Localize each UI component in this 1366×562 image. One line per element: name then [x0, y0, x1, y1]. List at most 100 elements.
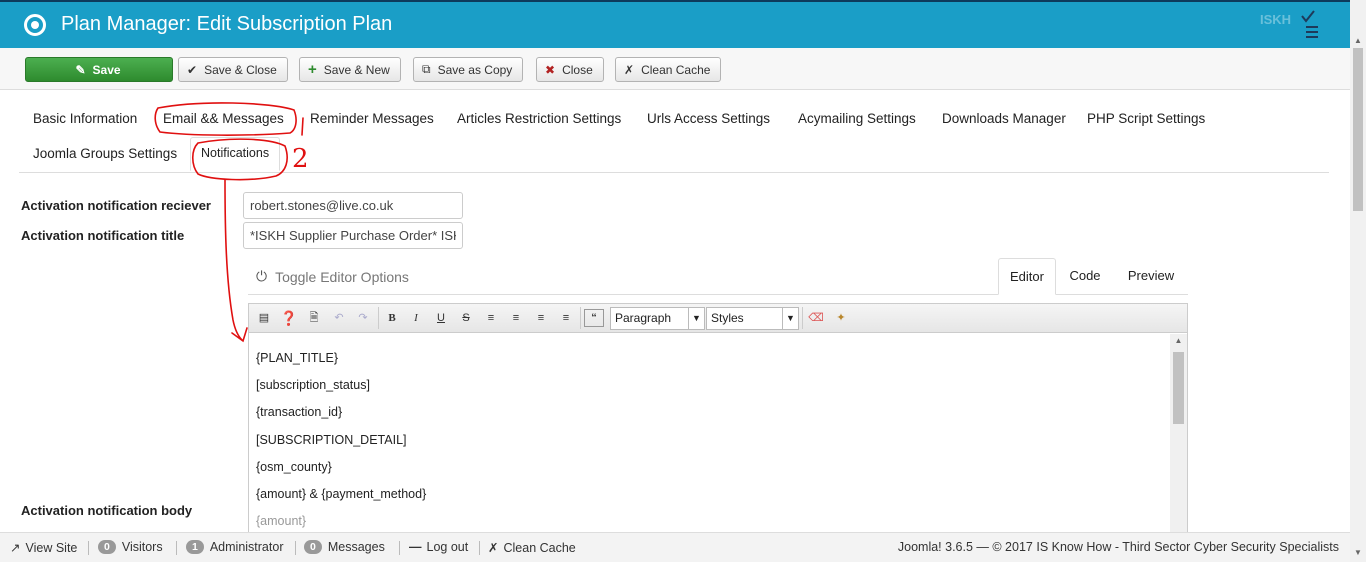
status-divider	[479, 541, 480, 555]
receiver-input[interactable]	[243, 192, 463, 219]
page-scroll-thumb[interactable]	[1353, 48, 1363, 211]
clean-cache-link[interactable]: ✗ Clean Cache	[488, 540, 576, 556]
align-right-icon[interactable]: ≡	[555, 308, 577, 328]
editor-scroll-thumb[interactable]	[1173, 352, 1184, 424]
save-close-button[interactable]: ✔ Save & Close	[178, 57, 288, 82]
arrow-head	[231, 327, 248, 343]
underline-icon[interactable]: U	[430, 308, 452, 328]
joomla-circle-icon	[24, 14, 46, 36]
receiver-label: Activation notification reciever	[21, 198, 211, 213]
tab-urls-access[interactable]: Urls Access Settings	[647, 111, 770, 126]
page-header: Plan Manager: Edit Subscription Plan ISK…	[0, 0, 1366, 48]
editor-line: {amount}	[256, 514, 307, 528]
status-divider	[295, 541, 296, 555]
toolbar-divider	[802, 307, 803, 329]
tab-preview[interactable]: Preview	[1118, 258, 1184, 295]
blockquote-icon[interactable]: “	[584, 309, 604, 327]
editor-content[interactable]: {PLAN_TITLE} [subscription_status] {tran…	[249, 334, 1169, 544]
save-button[interactable]: ✎ Save	[25, 57, 173, 82]
joomla-icon: ✗	[624, 62, 635, 77]
bold-icon[interactable]: B	[381, 308, 403, 328]
tab-articles-restriction[interactable]: Articles Restriction Settings	[457, 111, 621, 126]
editor-line: {transaction_id}	[256, 405, 343, 419]
copy-icon: ⧉	[422, 62, 431, 76]
help-icon[interactable]: ❓	[278, 308, 300, 328]
page-scrollbar[interactable]: ▲ ▼	[1350, 0, 1366, 562]
edit-icon: ✎	[75, 62, 86, 77]
close-icon: ✖	[545, 62, 556, 77]
action-toolbar: ✎ Save ✔ Save & Close + Save & New ⧉ Sav…	[0, 48, 1350, 90]
status-divider	[88, 541, 89, 555]
eraser-icon[interactable]: ⌫	[805, 308, 827, 328]
tab-email-messages[interactable]: Email && Messages	[163, 111, 284, 126]
table-icon[interactable]: ▤	[253, 308, 275, 328]
tab-editor[interactable]: Editor	[998, 258, 1056, 295]
status-bar: ↗ View Site 0 Visitors 1 Administrator 0…	[0, 532, 1350, 562]
view-site-link[interactable]: ↗ View Site	[10, 540, 77, 556]
tab-reminder-messages[interactable]: Reminder Messages	[310, 111, 434, 126]
tab-joomla-groups[interactable]: Joomla Groups Settings	[33, 146, 177, 161]
power-icon: ⏻	[256, 268, 268, 284]
page-title: Plan Manager: Edit Subscription Plan	[61, 13, 393, 35]
footer-copyright: Joomla! 3.6.5 — © 2017 IS Know How - Thi…	[897, 540, 1339, 554]
logout-link[interactable]: — Log out	[409, 540, 468, 554]
svg-text:ISKH: ISKH	[1260, 12, 1291, 27]
toggle-editor-options[interactable]: ⏻ Toggle Editor Options	[256, 268, 409, 285]
redo-icon[interactable]: ↷	[352, 308, 374, 328]
editor-line: {amount} & {payment_method}	[256, 487, 427, 501]
messages-status[interactable]: 0 Messages	[304, 540, 385, 554]
editor-line: [subscription_status]	[256, 378, 370, 392]
editor-line: [SUBSCRIPTION_DETAIL]	[256, 433, 407, 447]
justify-icon[interactable]: ≡	[480, 308, 502, 328]
align-left-icon[interactable]: ≡	[530, 308, 552, 328]
align-center-icon[interactable]: ≡	[505, 308, 527, 328]
save-copy-button[interactable]: ⧉ Save as Copy	[413, 57, 524, 82]
toolbar-divider	[580, 307, 581, 329]
new-document-icon[interactable]: 🗎	[303, 308, 325, 328]
brand-logo-mark: ISKH	[1260, 10, 1318, 38]
tab-basic-information[interactable]: Basic Information	[33, 111, 137, 126]
broom-icon[interactable]: ✦	[830, 308, 852, 328]
plus-icon: +	[308, 61, 317, 78]
check-icon: ✔	[187, 62, 198, 77]
chevron-down-icon: ▼	[782, 308, 798, 329]
tab-php-script[interactable]: PHP Script Settings	[1087, 111, 1205, 126]
messages-badge: 0	[304, 540, 322, 554]
italic-icon[interactable]: I	[405, 308, 427, 328]
styles-select[interactable]: Styles ▼	[706, 307, 799, 330]
administrator-badge: 1	[186, 540, 204, 554]
format-select[interactable]: Paragraph ▼	[610, 307, 705, 330]
plan-tabs: Basic Information Email && Messages Remi…	[19, 100, 1329, 173]
status-divider	[399, 541, 400, 555]
administrator-status[interactable]: 1 Administrator	[186, 540, 283, 554]
visitors-badge: 0	[98, 540, 116, 554]
visitors-status: 0 Visitors	[98, 540, 163, 554]
arrow-line	[224, 179, 243, 341]
tab-downloads-manager[interactable]: Downloads Manager	[942, 111, 1066, 126]
editor-line: {PLAN_TITLE}	[256, 351, 338, 365]
scroll-up-icon[interactable]: ▲	[1170, 336, 1187, 345]
strikethrough-icon[interactable]: S	[455, 308, 477, 328]
tab-acymailing[interactable]: Acymailing Settings	[798, 111, 916, 126]
body-label: Activation notification body	[21, 503, 193, 518]
clean-cache-button[interactable]: ✗ Clean Cache	[615, 57, 722, 82]
tab-notifications[interactable]: Notifications	[190, 137, 281, 171]
title-label: Activation notification title	[21, 228, 185, 243]
scroll-up-icon[interactable]: ▲	[1350, 36, 1366, 45]
rich-text-editor: ▤ ❓ 🗎 ↶ ↷ B I U S ≡ ≡ ≡ ≡ “ Paragraph ▼ …	[248, 303, 1188, 544]
undo-icon[interactable]: ↶	[328, 308, 350, 328]
editor-line: {osm_county}	[256, 460, 332, 474]
save-new-button[interactable]: + Save & New	[299, 57, 401, 82]
editor-scrollbar[interactable]: ▲	[1170, 334, 1187, 542]
chevron-down-icon: ▼	[688, 308, 704, 329]
editor-toolbar: ▤ ❓ 🗎 ↶ ↷ B I U S ≡ ≡ ≡ ≡ “ Paragraph ▼ …	[249, 304, 1187, 333]
title-input[interactable]	[243, 222, 463, 249]
brand-logo: ISKH	[1258, 8, 1326, 44]
joomla-icon: ✗	[488, 541, 499, 555]
tab-code[interactable]: Code	[1056, 258, 1114, 295]
scroll-down-icon[interactable]: ▼	[1350, 548, 1366, 557]
status-divider	[176, 541, 177, 555]
minus-icon: —	[409, 540, 422, 554]
close-button[interactable]: ✖ Close	[536, 57, 604, 82]
external-link-icon: ↗	[10, 541, 21, 555]
